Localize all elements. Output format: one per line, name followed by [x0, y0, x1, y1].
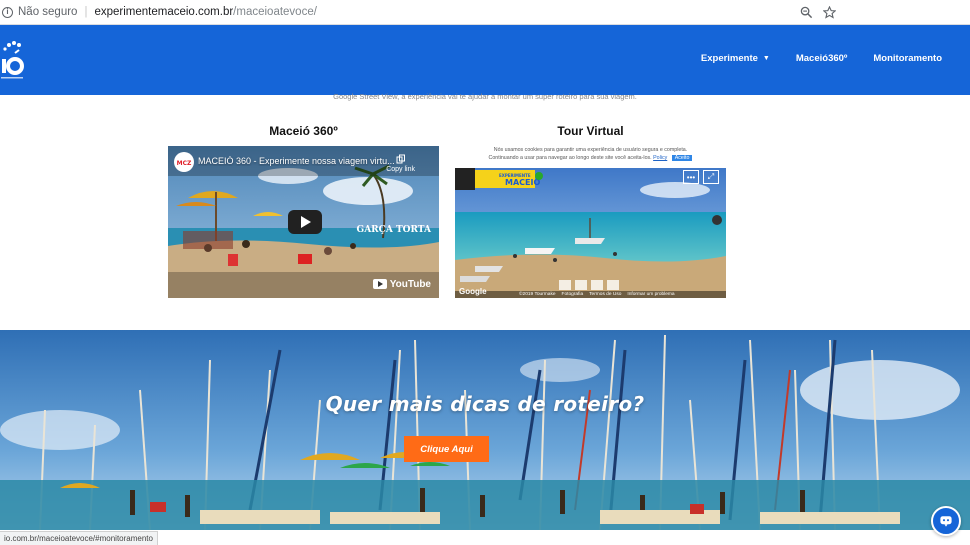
tour-footer-report[interactable]: Informar um problema [627, 292, 674, 297]
nav-item-maceio360[interactable]: Maceió360º [796, 53, 848, 64]
security-label: Não seguro [18, 6, 78, 18]
banner-title: Quer mais dicas de roteiro? [325, 392, 645, 416]
copy-link-button[interactable]: Copy link [386, 154, 415, 173]
zoom-icon[interactable] [800, 6, 813, 19]
browser-address-bar[interactable]: i Não seguro | experimentemaceio.com.br/… [0, 0, 970, 25]
url-text[interactable]: experimentemaceio.com.br/maceioatevoce/ [94, 6, 316, 18]
intro-text: Google Street View, a experiência vai te… [333, 92, 637, 101]
youtube-video-player[interactable]: MCZ MACEIÓ 360 - Experimente nossa viage… [168, 146, 439, 298]
svg-text:MCZ: MCZ [177, 160, 192, 167]
cookie-policy-link[interactable]: Policy [653, 155, 667, 161]
tour-footer-copyright: ©2019 Tourmake [519, 292, 556, 297]
copy-icon [396, 154, 405, 164]
nav-item-label: Monitoramento [873, 53, 942, 64]
cookie-notice: Nós usamos cookies para garantir uma exp… [455, 146, 726, 168]
star-icon[interactable] [822, 5, 837, 19]
chat-icon [940, 516, 952, 527]
nav-item-label: Experimente [700, 53, 758, 64]
virtual-tour-embed[interactable]: Nós usamos cookies para garantir uma exp… [455, 146, 726, 298]
browser-status-bar: io.com.br/maceioatevoce/#monitoramento [0, 531, 158, 545]
youtube-logo[interactable]: YouTube [373, 279, 431, 290]
section-title-tour: Tour Virtual [557, 124, 624, 138]
fullscreen-icon[interactable]: ⤢ [703, 170, 719, 184]
play-button[interactable] [288, 210, 322, 234]
more-options-icon[interactable]: ••• [683, 170, 699, 184]
tour-brand-city: MACEIÓ [505, 176, 540, 187]
info-icon[interactable]: i [2, 6, 13, 18]
address-separator: | [84, 6, 88, 18]
nav-item-monitoramento[interactable]: Monitoramento [873, 53, 942, 64]
chevron-down-icon: ▼ [762, 55, 770, 62]
tour-footer-photo[interactable]: Fotografia [562, 292, 584, 297]
video-title[interactable]: MACEIÓ 360 - Experimente nossa viagem vi… [198, 156, 398, 166]
main-nav: Experimente ▼ Maceió360º Monitoramento [701, 53, 942, 64]
tour-panorama[interactable]: EXPERIMENTE MACEIÓ [455, 168, 726, 298]
site-header: Experimente ▼ Maceió360º Monitoramento [0, 25, 970, 95]
roteiro-banner [0, 330, 970, 530]
url-host: experimentemaceio.com.br [94, 6, 234, 18]
tour-footer: ©2019 Tourmake Fotografia Termos de Uso … [519, 292, 675, 297]
clique-aqui-button[interactable]: Clique Aqui [404, 436, 489, 462]
cookie-accept-button[interactable]: Aceito [671, 154, 693, 161]
youtube-icon [373, 279, 388, 290]
url-path: /maceioatevoce/ [233, 6, 317, 18]
section-title-maceio360: Maceió 360º [269, 124, 338, 138]
tour-footer-terms[interactable]: Termos de Uso [589, 292, 621, 297]
nav-item-experimente[interactable]: Experimente ▼ [701, 53, 770, 64]
cookie-text-1: Nós usamos cookies para garantir uma exp… [493, 147, 688, 153]
channel-avatar[interactable]: MCZ [174, 152, 194, 172]
maceio-logo[interactable] [0, 39, 28, 83]
copy-link-label: Copy link [386, 166, 415, 173]
chat-button[interactable] [931, 506, 961, 536]
google-logo: Google [459, 287, 487, 296]
nav-item-label: Maceió360º [795, 53, 848, 64]
youtube-label: YouTube [389, 279, 431, 290]
location-watermark: GARÇA TORTA [356, 225, 431, 235]
banner-photo [0, 330, 970, 530]
cookie-text-2: Continuando a usar para navegar ao longo… [488, 154, 652, 161]
